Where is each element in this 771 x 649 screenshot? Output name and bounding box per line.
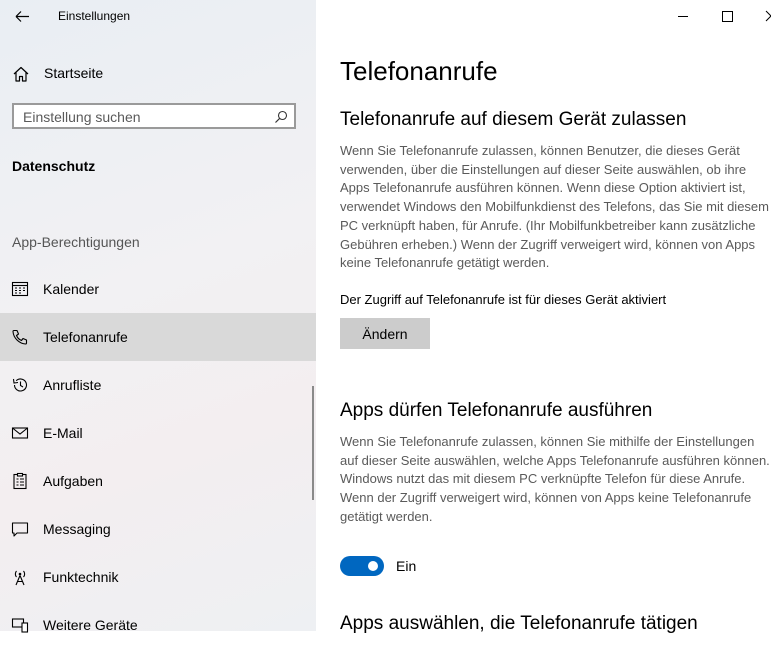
minimize-button[interactable] xyxy=(660,0,706,32)
antenna-icon xyxy=(14,570,26,586)
sidebar-item-label: E-Mail xyxy=(43,425,83,441)
change-button[interactable]: Ändern xyxy=(340,318,430,349)
section-heading-device: Telefonanrufe auf diesem Gerät zulassen xyxy=(340,109,687,130)
close-button[interactable] xyxy=(756,0,771,32)
phone-icon xyxy=(12,329,28,345)
search-input[interactable] xyxy=(23,108,263,126)
sidebar-item-radios[interactable]: Funktechnik xyxy=(0,553,316,601)
title-bar: Einstellungen xyxy=(0,0,316,34)
history-icon xyxy=(12,378,28,392)
chat-icon xyxy=(11,522,29,537)
back-arrow-icon xyxy=(15,11,29,22)
sidebar-item-label: Aufgaben xyxy=(43,473,103,489)
sidebar: Einstellungen Startseite Datenschutz App… xyxy=(0,0,316,633)
section-heading-choose-apps: Apps auswählen, die Telefonanrufe tätige… xyxy=(340,613,698,634)
maximize-icon xyxy=(722,11,733,22)
mail-icon xyxy=(11,427,29,439)
main-content: Telefonanrufe Telefonanrufe auf diesem G… xyxy=(316,0,771,634)
sidebar-item-tasks[interactable]: Aufgaben xyxy=(0,457,316,505)
sidebar-item-email[interactable]: E-Mail xyxy=(0,409,316,457)
toggle-knob xyxy=(368,561,378,571)
sidebar-item-label: Kalender xyxy=(43,281,100,297)
section-heading-apps: Apps dürfen Telefonanrufe ausführen xyxy=(340,400,653,421)
access-status-text: Der Zugriff auf Telefonanrufe ist für di… xyxy=(340,292,667,307)
sidebar-item-other-devices[interactable]: Weitere Geräte xyxy=(0,601,316,649)
toggle-state-label: Ein xyxy=(396,558,417,574)
nav-home-label: Startseite xyxy=(44,65,104,81)
search-icon[interactable] xyxy=(274,110,288,124)
app-title: Einstellungen xyxy=(58,9,131,23)
sidebar-item-calendar[interactable]: Kalender xyxy=(0,265,316,313)
home-icon xyxy=(13,66,29,82)
clipboard-icon xyxy=(13,472,27,490)
section-description-device: Wenn Sie Telefonanrufe zulassen, können … xyxy=(340,143,769,271)
sidebar-item-phone-calls[interactable]: Telefonanrufe xyxy=(0,313,316,361)
nav-home[interactable]: Startseite xyxy=(0,56,316,90)
minimize-icon xyxy=(678,16,688,17)
sidebar-item-label: Messaging xyxy=(43,521,111,537)
page-title: Telefonanrufe xyxy=(340,56,498,86)
apps-access-toggle[interactable] xyxy=(340,556,384,576)
calendar-icon xyxy=(11,281,29,297)
sidebar-item-call-history[interactable]: Anrufliste xyxy=(0,361,316,409)
search-box[interactable] xyxy=(12,103,296,129)
sidebar-scrollbar[interactable] xyxy=(312,386,314,500)
section-heading: Datenschutz xyxy=(12,158,96,174)
section-description-apps: Wenn Sie Telefonanrufe zulassen, können … xyxy=(340,434,770,524)
devices-icon xyxy=(11,618,29,633)
sidebar-item-label: Telefonanrufe xyxy=(43,329,128,345)
close-icon xyxy=(765,10,771,22)
group-heading: App-Berechtigungen xyxy=(12,234,140,250)
maximize-button[interactable] xyxy=(704,0,750,32)
back-button[interactable] xyxy=(8,4,36,30)
sidebar-item-label: Anrufliste xyxy=(43,377,102,393)
sidebar-item-label: Funktechnik xyxy=(43,569,119,585)
sidebar-item-messaging[interactable]: Messaging xyxy=(0,505,316,553)
